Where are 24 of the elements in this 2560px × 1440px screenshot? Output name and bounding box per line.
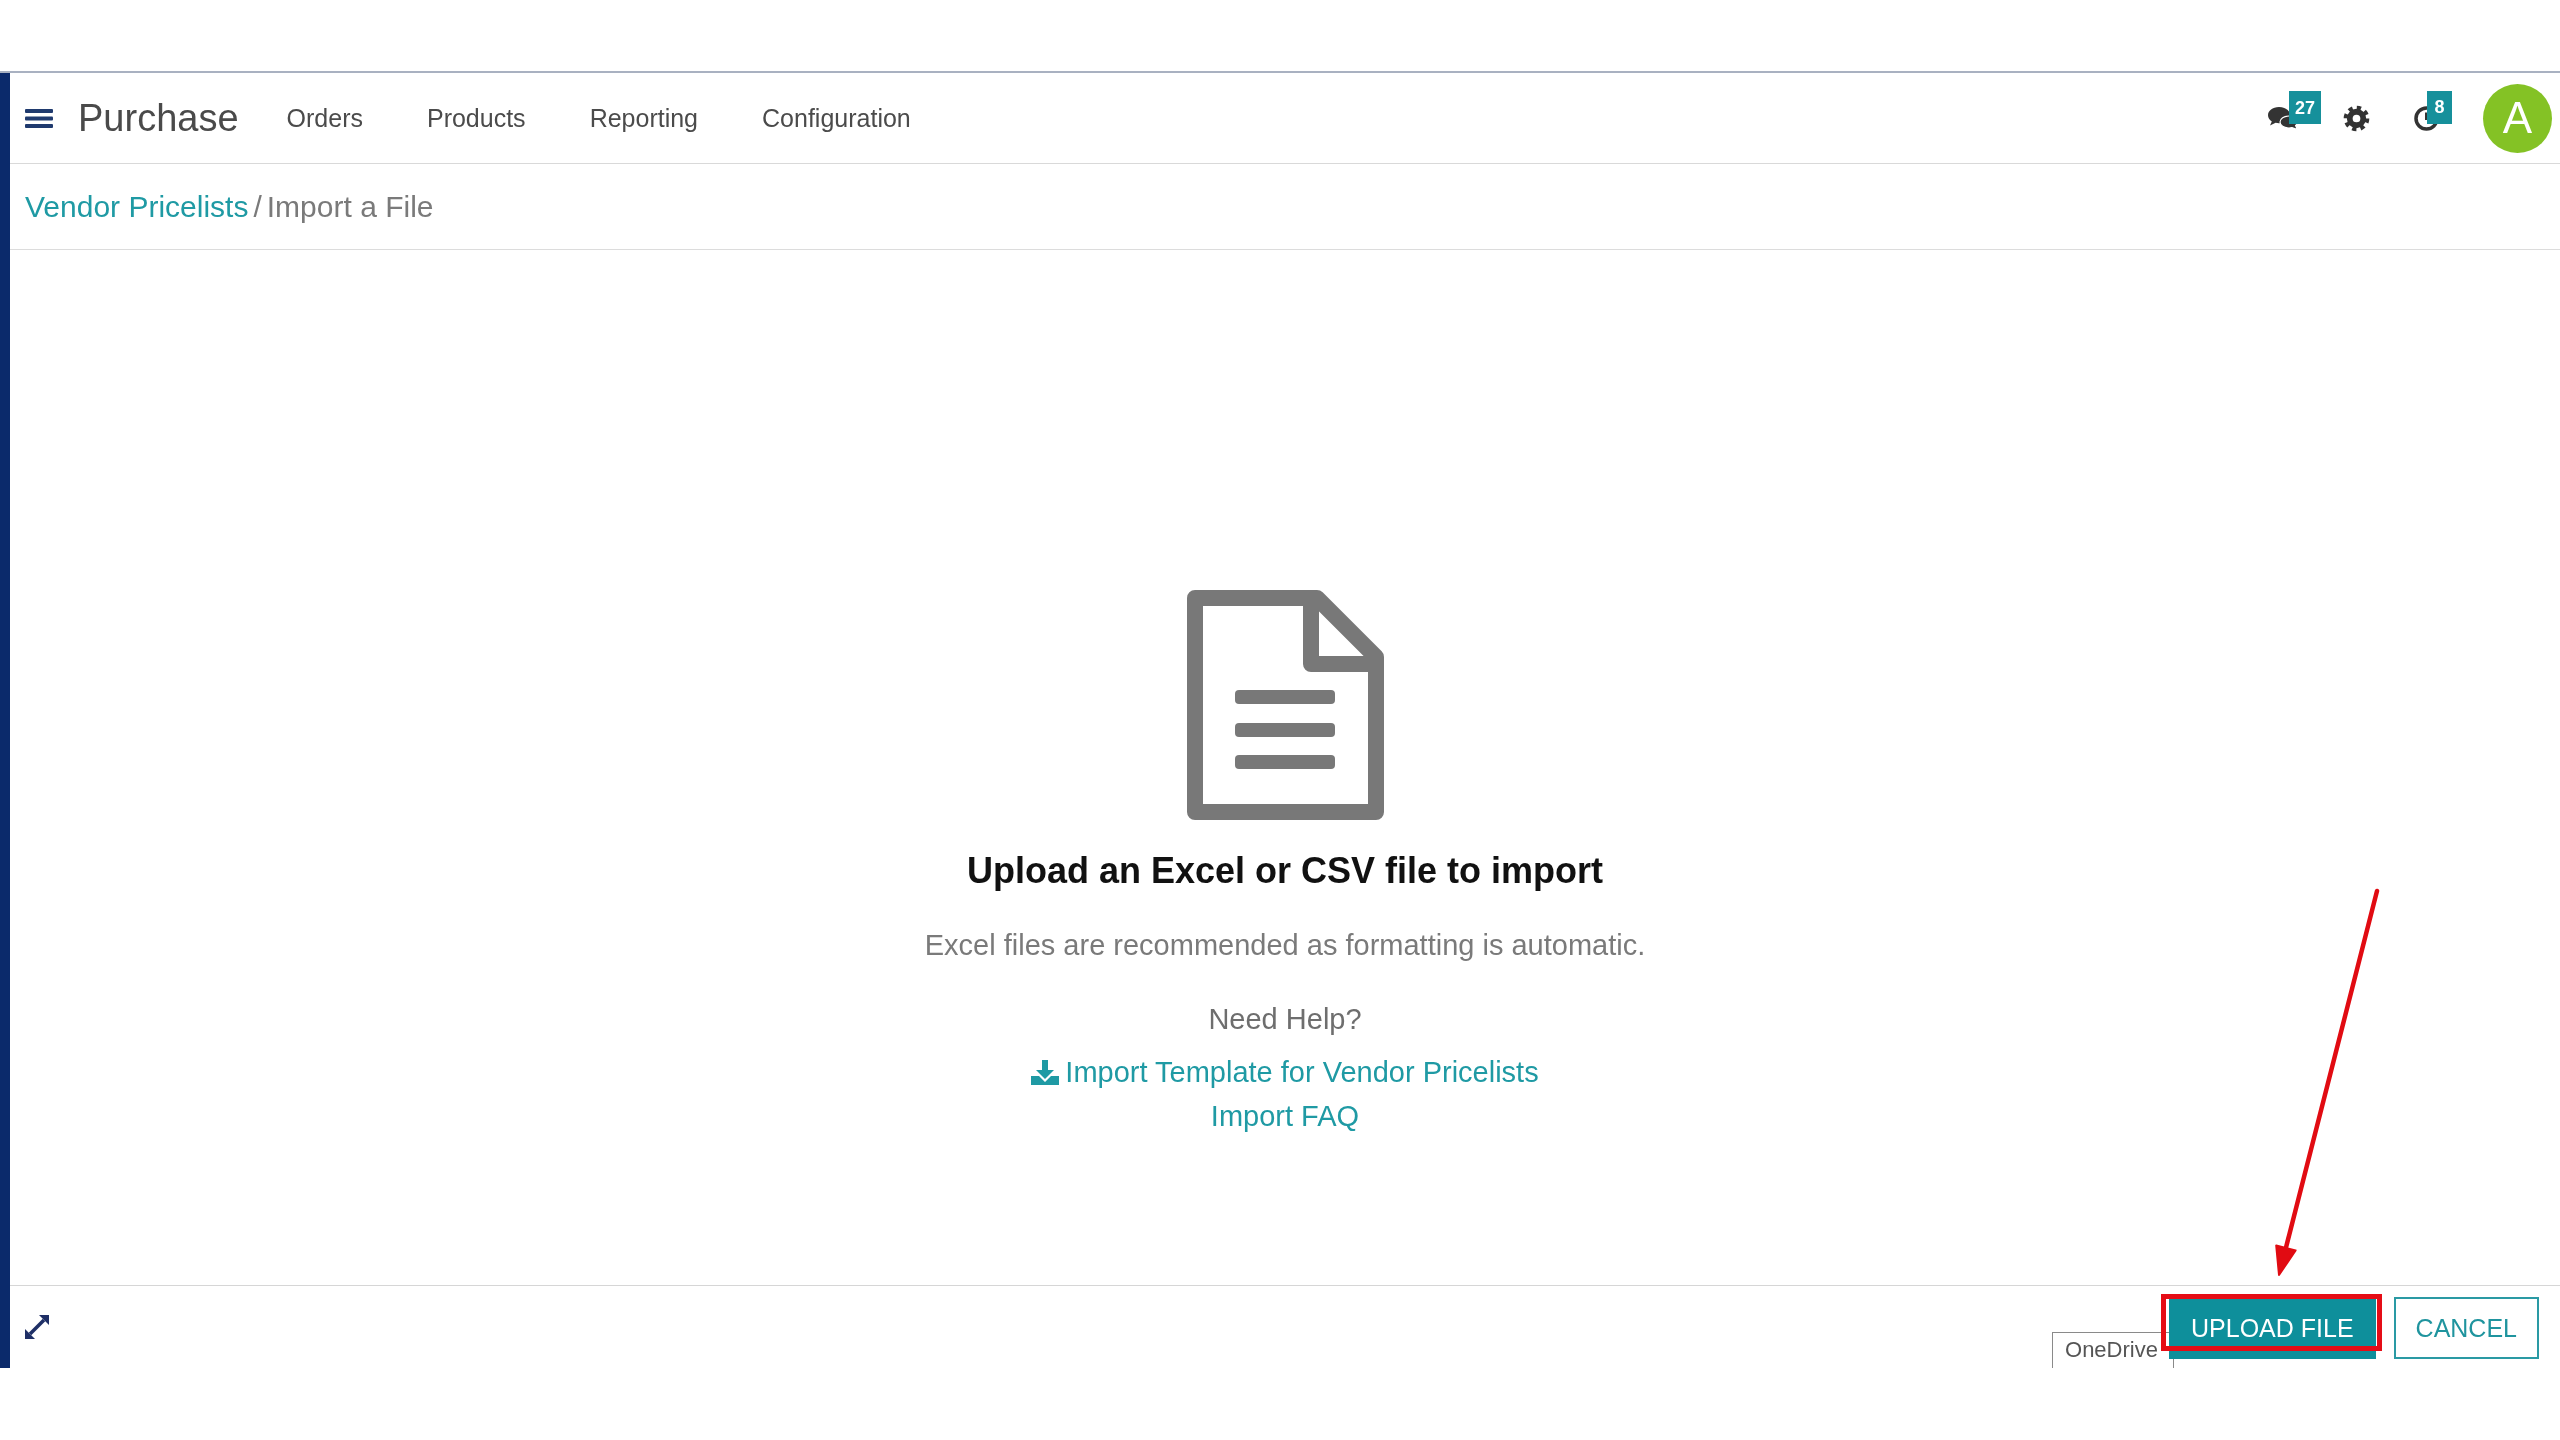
panel-title: Upload an Excel or CSV file to import [966, 849, 1604, 893]
menu-item[interactable]: Products [394, 105, 558, 131]
counter-badge: 27 [2289, 91, 2322, 124]
download-icon [1031, 1059, 1060, 1085]
menu-item[interactable]: Configuration [730, 105, 943, 131]
app-title: Purchase [78, 99, 239, 137]
upload-button[interactable]: UPLOAD FILE [2169, 1297, 2376, 1359]
user-avatar[interactable]: A [2483, 83, 2552, 153]
tooltip: OneDrive [2052, 1332, 2174, 1368]
settings-icon[interactable] [2343, 104, 2370, 132]
hint-text: Excel files are recommended as formatting is automatic. [924, 928, 1646, 963]
cancel-button[interactable]: CANCEL [2393, 1297, 2539, 1359]
menu-item[interactable]: Orders [254, 105, 395, 131]
counter-badge: 8 [2427, 90, 2452, 124]
menu-item[interactable]: Reporting [557, 105, 731, 131]
breadcrumb-current: Import a File [266, 191, 434, 222]
breadcrumb-link[interactable]: Vendor Pricelists [25, 191, 249, 222]
download-link[interactable]: Import Template for Vendor Pricelists [1031, 1050, 1539, 1094]
menu-icon[interactable] [25, 108, 53, 128]
document-icon [1186, 590, 1384, 820]
breadcrumb-separator: / [252, 191, 263, 222]
help-link[interactable]: Import FAQ [1210, 1094, 1360, 1138]
expand-icon[interactable] [25, 1315, 49, 1339]
help-label: Need Help? [1208, 1002, 1362, 1037]
